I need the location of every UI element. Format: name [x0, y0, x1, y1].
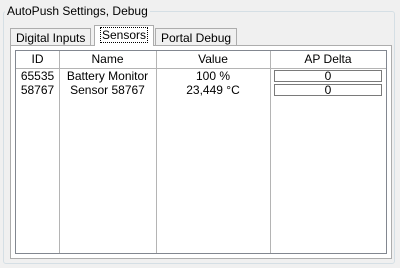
- column-header-value[interactable]: Value: [156, 51, 270, 68]
- cell-value: 100 %: [195, 69, 231, 83]
- ap-delta-input[interactable]: 0: [274, 84, 382, 96]
- cell-value: 23,449 °C: [186, 83, 240, 97]
- cell-name: Sensor 58767: [70, 83, 145, 97]
- ap-delta-input[interactable]: 0: [274, 70, 382, 82]
- sensors-listview[interactable]: ID Name Value AP Delta 65535 Battery Mon…: [15, 50, 387, 254]
- sensors-tab-panel: ID Name Value AP Delta 65535 Battery Mon…: [10, 45, 392, 259]
- column-header-name[interactable]: Name: [59, 51, 156, 68]
- cell-id: 58767: [20, 83, 55, 97]
- group-title: AutoPush Settings, Debug: [5, 4, 150, 18]
- tab-strip: Digital Inputs Sensors Portal Debug: [10, 24, 392, 46]
- table-row[interactable]: 58767 Sensor 58767 23,449 °C 0: [16, 83, 386, 97]
- table-row[interactable]: 65535 Battery Monitor 100 % 0: [16, 69, 386, 83]
- tab-portal-debug[interactable]: Portal Debug: [155, 28, 238, 46]
- cell-ap-delta: 0: [270, 69, 386, 83]
- column-header-ap-delta[interactable]: AP Delta: [270, 51, 386, 68]
- column-header-id[interactable]: ID: [16, 51, 59, 68]
- cell-ap-delta: 0: [270, 83, 386, 97]
- cell-id: 65535: [20, 69, 55, 83]
- cell-name: Battery Monitor: [66, 69, 149, 83]
- tab-sensors[interactable]: Sensors: [94, 25, 155, 46]
- listview-header: ID Name Value AP Delta: [16, 51, 386, 69]
- tab-digital-inputs[interactable]: Digital Inputs: [10, 28, 92, 46]
